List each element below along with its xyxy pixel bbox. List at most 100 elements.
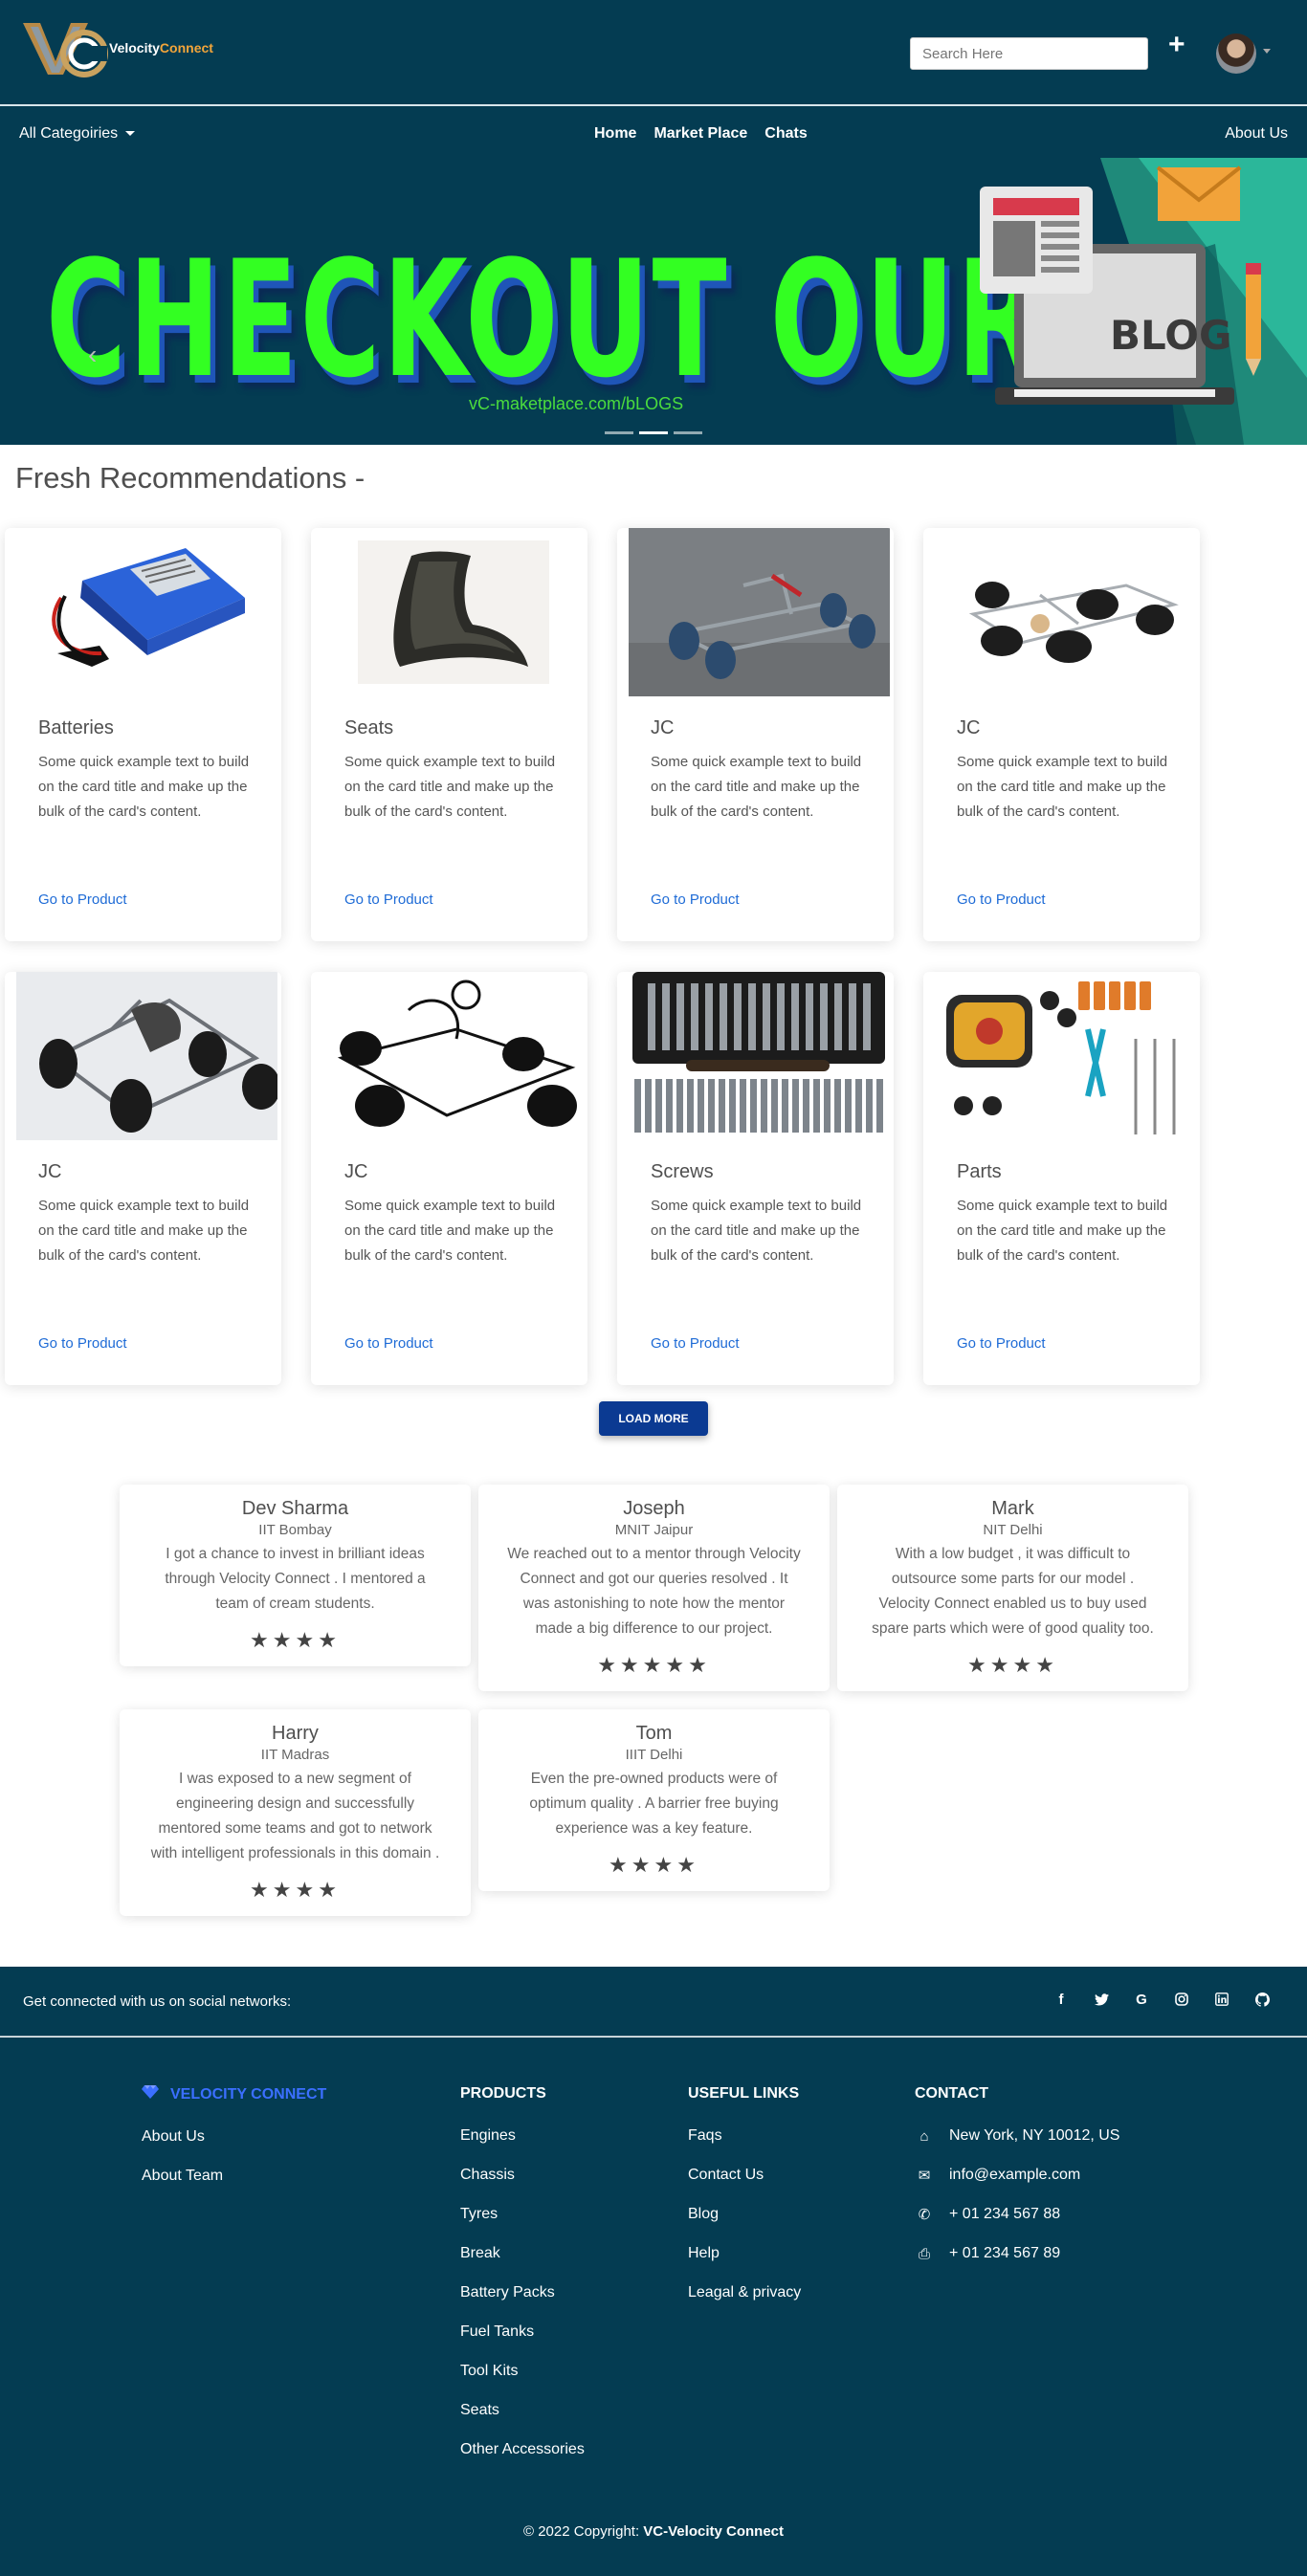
- product-card[interactable]: Seats Some quick example text to build on…: [311, 528, 587, 941]
- footer-link-help[interactable]: Help: [688, 2245, 801, 2262]
- testimonial-card: Mark NIT Delhi With a low budget , it was …: [837, 1485, 1188, 1691]
- nav-home[interactable]: Home: [594, 125, 636, 143]
- logo[interactable]: VelocityConnect: [21, 17, 213, 78]
- logo-text: VelocityConnect: [109, 40, 213, 55]
- copyright-prefix: © 2022 Copyright:: [523, 2523, 640, 2540]
- go-to-product-link[interactable]: Go to Product: [957, 892, 1046, 908]
- testimonial-name: Mark: [991, 1498, 1034, 1519]
- testimonial-card: Joseph MNIT Jaipur We reached out to a men…: [478, 1485, 830, 1691]
- footer-link-tool-kits[interactable]: Tool Kits: [460, 2363, 585, 2380]
- testimonial-name: Tom: [635, 1723, 673, 1744]
- categories-dropdown[interactable]: All Categoiries: [19, 125, 136, 143]
- footer-products-column: PRODUCTS Engines Chassis Tyres Break Bat…: [460, 2085, 585, 2480]
- product-title: Seats: [344, 717, 394, 738]
- go-to-product-link[interactable]: Go to Product: [651, 892, 740, 908]
- search-input[interactable]: [910, 37, 1148, 70]
- footer-brand-name: VELOCITY CONNECT: [170, 2085, 327, 2103]
- footer-link-faqs[interactable]: Faqs: [688, 2127, 801, 2145]
- hero-url: vC-maketplace.com/bLOGS: [469, 394, 684, 413]
- footer-link-battery-packs[interactable]: Battery Packs: [460, 2284, 585, 2301]
- linkedin-icon[interactable]: [1213, 1991, 1230, 2008]
- envelope-icon: ✉: [918, 2168, 931, 2184]
- product-card[interactable]: JC Some quick example text to build on th…: [311, 972, 587, 1385]
- nav-about[interactable]: About Us: [1225, 125, 1288, 143]
- copyright: © 2022 Copyright: VC-Velocity Connect: [0, 2523, 1307, 2540]
- product-card[interactable]: Batteries Some quick example text to buil…: [5, 528, 281, 941]
- go-to-product-link[interactable]: Go to Product: [38, 1335, 127, 1352]
- testimonial-quote: With a low budget , it was difficult to …: [872, 1546, 1154, 1637]
- product-title: JC: [38, 1161, 62, 1182]
- footer-link-contact-us[interactable]: Contact Us: [688, 2167, 801, 2184]
- star-rating: ★★★★: [967, 1653, 1058, 1677]
- footer-link-about-team[interactable]: About Team: [142, 2168, 326, 2185]
- product-image[interactable]: [322, 972, 584, 1140]
- footer-link-tyres[interactable]: Tyres: [460, 2206, 585, 2223]
- copyright-brand[interactable]: VC-Velocity Connect: [643, 2523, 784, 2540]
- categories-label: All Categoiries: [19, 125, 119, 142]
- product-image[interactable]: [16, 528, 277, 696]
- testimonial-name: Dev Sharma: [241, 1498, 349, 1519]
- product-card[interactable]: JC Some quick example text to build on th…: [5, 972, 281, 1385]
- product-image[interactable]: [322, 528, 584, 696]
- product-image[interactable]: [629, 528, 890, 696]
- testimonial-card: Tom IIIT Delhi Even the pre-owned products…: [478, 1709, 830, 1891]
- avatar[interactable]: [1216, 33, 1256, 74]
- footer-useful-column: USEFUL LINKS Faqs Contact Us Blog Help L…: [688, 2085, 801, 2323]
- go-to-product-link[interactable]: Go to Product: [344, 892, 433, 908]
- product-description: Some quick example text to build on the …: [651, 754, 862, 820]
- footer-link-chassis[interactable]: Chassis: [460, 2167, 585, 2184]
- instagram-icon[interactable]: [1173, 1991, 1190, 2008]
- carousel-indicators: [605, 431, 702, 434]
- testimonial-school: IIT Bombay: [258, 1522, 332, 1538]
- product-card[interactable]: Screws Some quick example text to build o…: [617, 972, 894, 1385]
- carousel-indicator[interactable]: [639, 431, 668, 434]
- footer-contact-column: CONTACT ⌂ New York, NY 10012, US ✉ info@ex…: [915, 2085, 1119, 2284]
- product-description: Some quick example text to build on the …: [38, 1198, 250, 1264]
- product-card[interactable]: JC Some quick example text to build on th…: [923, 528, 1200, 941]
- product-title: JC: [651, 717, 675, 738]
- product-image[interactable]: [16, 972, 277, 1140]
- carousel-indicator[interactable]: [674, 431, 702, 434]
- contact-email: ✉ info@example.com: [915, 2167, 1119, 2184]
- footer-brand-column: VELOCITY CONNECT About Us About Team: [142, 2085, 326, 2207]
- testimonial-quote: Even the pre-owned products were of opti…: [529, 1771, 779, 1837]
- product-description: Some quick example text to build on the …: [344, 1198, 556, 1264]
- footer-link-fuel-tanks[interactable]: Fuel Tanks: [460, 2323, 585, 2341]
- footer-link-break[interactable]: Break: [460, 2245, 585, 2262]
- google-icon[interactable]: G: [1133, 1991, 1150, 2008]
- footer-contact-title: CONTACT: [915, 2085, 989, 2102]
- product-title: Batteries: [38, 717, 114, 738]
- plus-icon[interactable]: +: [1168, 29, 1185, 61]
- product-image[interactable]: [935, 528, 1196, 696]
- go-to-product-link[interactable]: Go to Product: [344, 1335, 433, 1352]
- go-to-product-link[interactable]: Go to Product: [957, 1335, 1046, 1352]
- testimonial-name: Harry: [272, 1723, 319, 1744]
- load-more-button[interactable]: LOAD MORE: [599, 1401, 708, 1436]
- go-to-product-link[interactable]: Go to Product: [651, 1335, 740, 1352]
- footer-link-seats[interactable]: Seats: [460, 2402, 585, 2419]
- footer-link-engines[interactable]: Engines: [460, 2127, 585, 2145]
- product-card[interactable]: Parts Some quick example text to build on…: [923, 972, 1200, 1385]
- product-image[interactable]: [935, 972, 1196, 1140]
- top-header: VelocityConnect +: [0, 0, 1307, 106]
- footer-link-legal-privacy[interactable]: Leagal & privacy: [688, 2284, 801, 2301]
- footer-link-other-accessories[interactable]: Other Accessories: [460, 2441, 585, 2458]
- chevron-down-icon[interactable]: [1263, 49, 1271, 54]
- carousel-indicator[interactable]: [605, 431, 633, 434]
- go-to-product-link[interactable]: Go to Product: [38, 892, 127, 908]
- footer-link-about-us[interactable]: About Us: [142, 2128, 326, 2146]
- nav-marketplace[interactable]: Market Place: [654, 125, 747, 143]
- testimonial-quote: We reached out to a mentor through Veloc…: [507, 1546, 801, 1637]
- product-card[interactable]: JC Some quick example text to build on th…: [617, 528, 894, 941]
- facebook-icon[interactable]: f: [1052, 1991, 1070, 2008]
- product-image[interactable]: [629, 972, 890, 1140]
- logo-mark-icon: [23, 23, 108, 77]
- carousel-prev-icon[interactable]: ‹: [88, 340, 97, 370]
- footer-link-blog[interactable]: Blog: [688, 2206, 801, 2223]
- product-description: Some quick example text to build on the …: [651, 1198, 862, 1264]
- social-bar: Get connected with us on social networks…: [0, 1967, 1307, 2037]
- github-icon[interactable]: [1253, 1991, 1271, 2008]
- nav-chats[interactable]: Chats: [764, 125, 807, 143]
- twitter-icon[interactable]: [1093, 1991, 1110, 2008]
- footer-useful-title: USEFUL LINKS: [688, 2085, 800, 2102]
